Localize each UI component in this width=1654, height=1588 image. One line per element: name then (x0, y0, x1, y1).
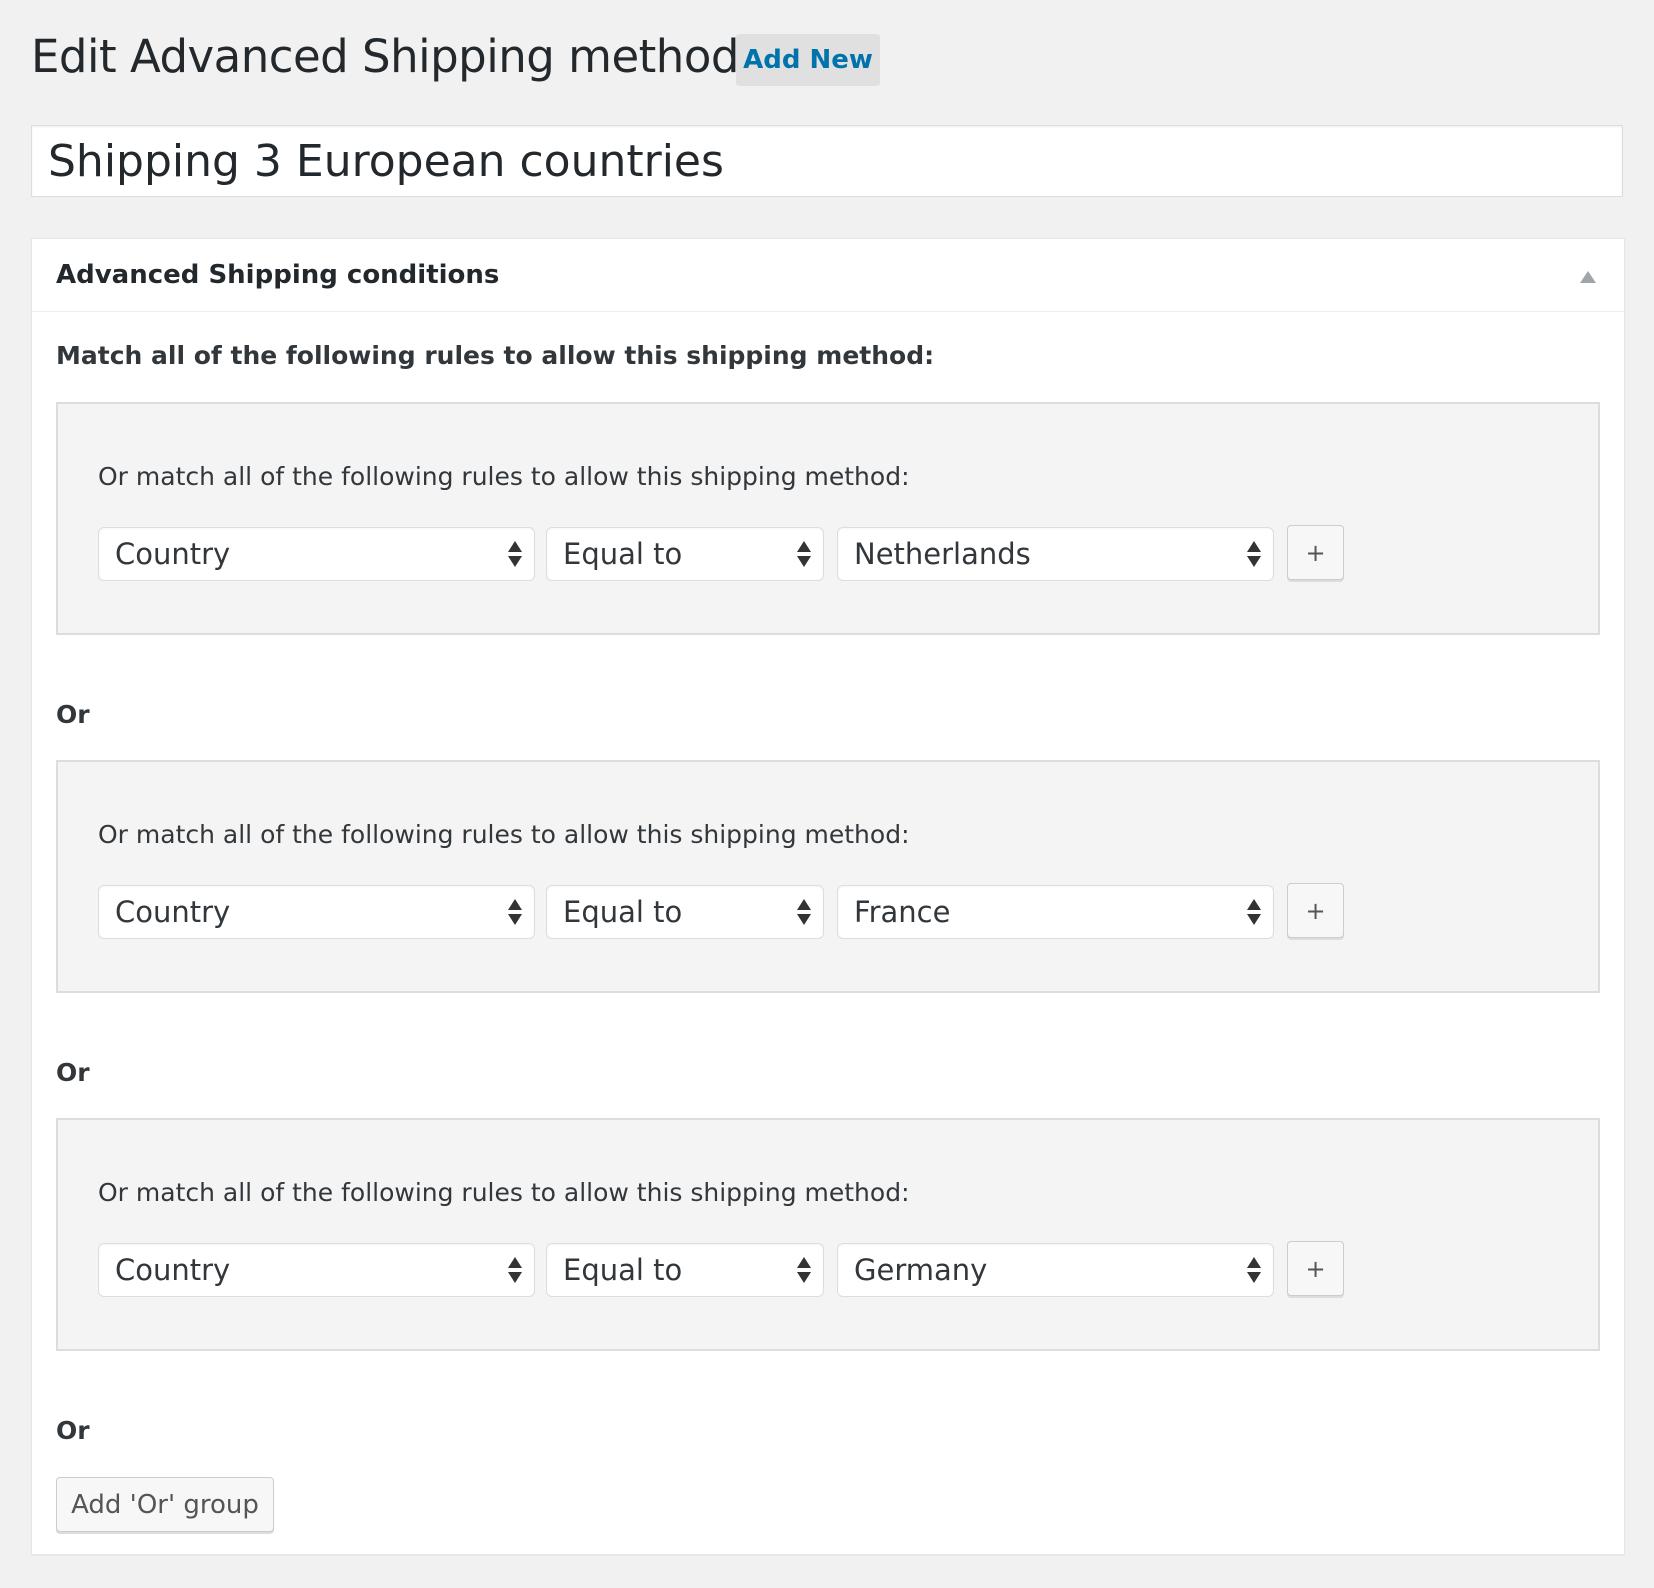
panel-header[interactable]: Advanced Shipping conditions (32, 239, 1624, 312)
condition-field-select[interactable]: Country (98, 1243, 535, 1297)
conditions-panel: Advanced Shipping conditions Match all o… (31, 238, 1625, 1555)
selected-value: Equal to (563, 895, 683, 929)
group-label: Or match all of the following rules to a… (98, 820, 910, 849)
condition-operator-select[interactable]: Equal to (546, 1243, 824, 1297)
select-arrows-icon (1247, 899, 1261, 927)
group-label: Or match all of the following rules to a… (98, 462, 910, 491)
add-rule-button[interactable]: + (1287, 883, 1344, 938)
condition-group: Or match all of the following rules to a… (56, 760, 1600, 993)
selected-value: Equal to (563, 1253, 683, 1287)
select-arrows-icon (508, 541, 522, 569)
page-title: Edit Advanced Shipping method (31, 30, 739, 83)
group-label: Or match all of the following rules to a… (98, 1178, 910, 1207)
or-label: Or (56, 1416, 90, 1445)
select-arrows-icon (508, 1257, 522, 1285)
select-arrows-icon (1247, 1257, 1261, 1285)
condition-group: Or match all of the following rules to a… (56, 1118, 1600, 1351)
select-arrows-icon (797, 1257, 811, 1285)
select-arrows-icon (797, 541, 811, 569)
selected-value: Country (115, 1253, 231, 1287)
collapse-toggle-icon[interactable] (1580, 271, 1596, 283)
condition-operator-select[interactable]: Equal to (546, 885, 824, 939)
condition-field-select[interactable]: Country (98, 527, 535, 581)
condition-operator-select[interactable]: Equal to (546, 527, 824, 581)
condition-value-select[interactable]: Germany (837, 1243, 1274, 1297)
condition-group: Or match all of the following rules to a… (56, 402, 1600, 635)
panel-title: Advanced Shipping conditions (56, 260, 500, 290)
add-rule-button[interactable]: + (1287, 1241, 1344, 1296)
select-arrows-icon (1247, 541, 1261, 569)
or-label: Or (56, 700, 90, 729)
conditions-intro: Match all of the following rules to allo… (56, 341, 935, 370)
or-label: Or (56, 1058, 90, 1087)
selected-value: Equal to (563, 537, 683, 571)
selected-value: Germany (854, 1253, 988, 1287)
selected-value: Country (115, 895, 231, 929)
selected-value: Country (115, 537, 231, 571)
add-or-group-button[interactable]: Add 'Or' group (56, 1477, 274, 1532)
selected-value: Netherlands (854, 537, 1031, 571)
condition-value-select[interactable]: France (837, 885, 1274, 939)
select-arrows-icon (508, 899, 522, 927)
selected-value: France (854, 895, 951, 929)
add-new-button[interactable]: Add New (736, 34, 880, 86)
add-rule-button[interactable]: + (1287, 525, 1344, 580)
condition-field-select[interactable]: Country (98, 885, 535, 939)
method-title-input[interactable] (31, 125, 1623, 197)
condition-value-select[interactable]: Netherlands (837, 527, 1274, 581)
select-arrows-icon (797, 899, 811, 927)
